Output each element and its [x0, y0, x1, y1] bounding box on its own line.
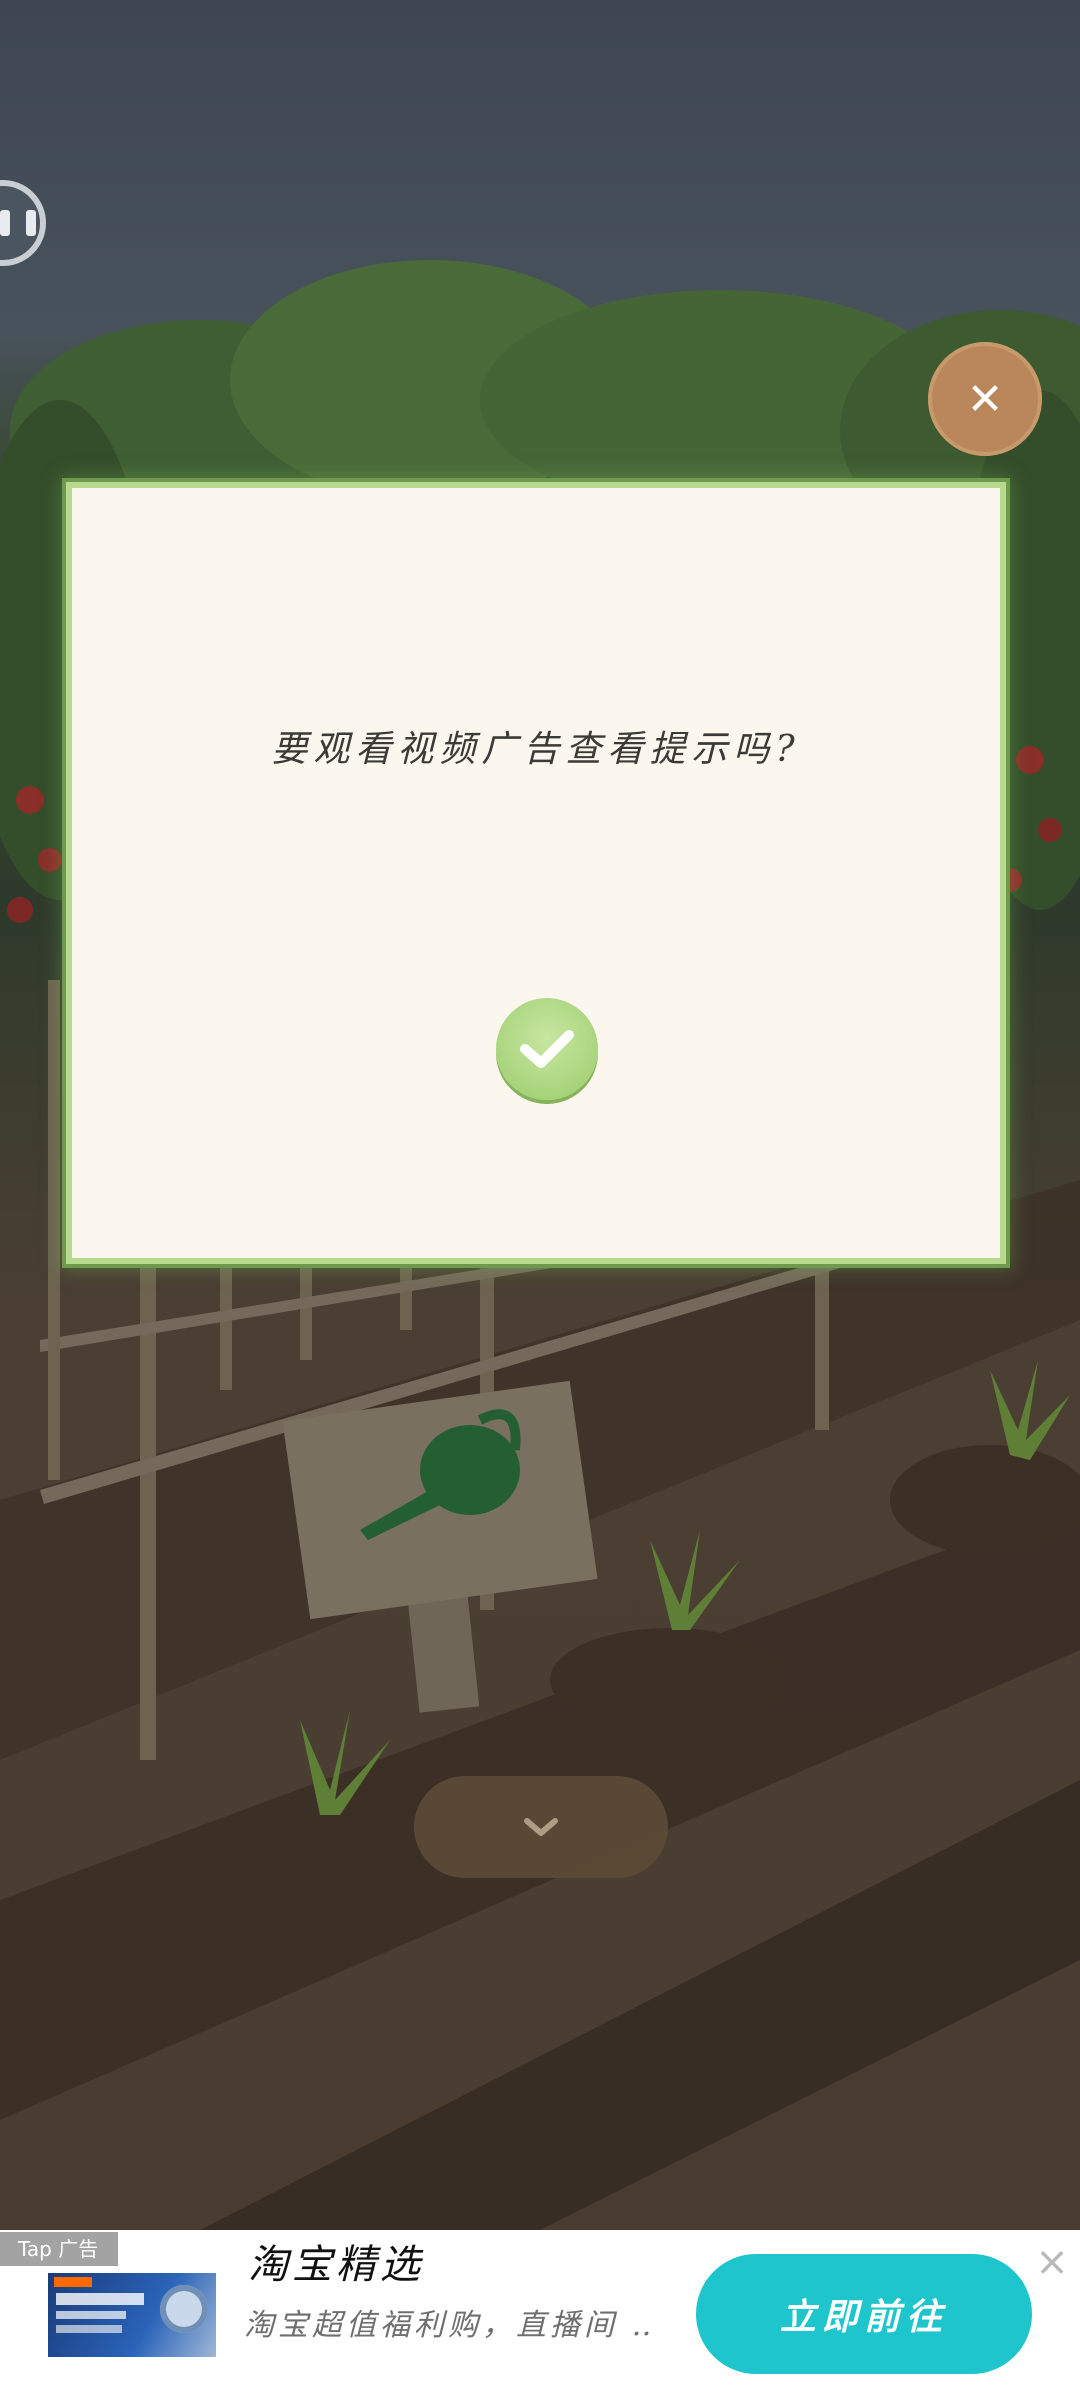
close-icon: ✕: [966, 373, 1004, 425]
confirm-button[interactable]: [496, 998, 598, 1100]
ad-title[interactable]: 淘宝精选: [248, 2232, 424, 2290]
ad-cta-button[interactable]: 立即前往: [696, 2254, 1032, 2374]
ad-thumbnail[interactable]: [48, 2273, 216, 2357]
thumb-line: [56, 2325, 122, 2333]
close-icon: ×: [1035, 2239, 1069, 2285]
pause-icon: [0, 210, 10, 236]
ad-close-button[interactable]: ×: [1032, 2242, 1072, 2282]
chevron-down-icon: [524, 1818, 558, 1836]
ad-tag: Tap 广告: [0, 2232, 118, 2266]
expand-button[interactable]: [414, 1776, 668, 1878]
thumb-badge: [54, 2277, 92, 2287]
dialog-message: 要观看视频广告查看提示吗?: [271, 729, 801, 770]
pause-icon-bar: [26, 210, 36, 236]
thumb-line: [56, 2293, 144, 2305]
hint-dialog: 要观看视频广告查看提示吗?: [72, 488, 1000, 1258]
ad-description[interactable]: 淘宝超值福利购，直播间 …: [244, 2300, 654, 2344]
game-scene: ✕ 要观看视频广告查看提示吗?: [0, 0, 1080, 2230]
thumb-line: [56, 2311, 126, 2319]
checkmark-icon: [520, 1030, 574, 1068]
close-dialog-button[interactable]: ✕: [928, 342, 1042, 456]
thumb-product: [160, 2285, 208, 2333]
